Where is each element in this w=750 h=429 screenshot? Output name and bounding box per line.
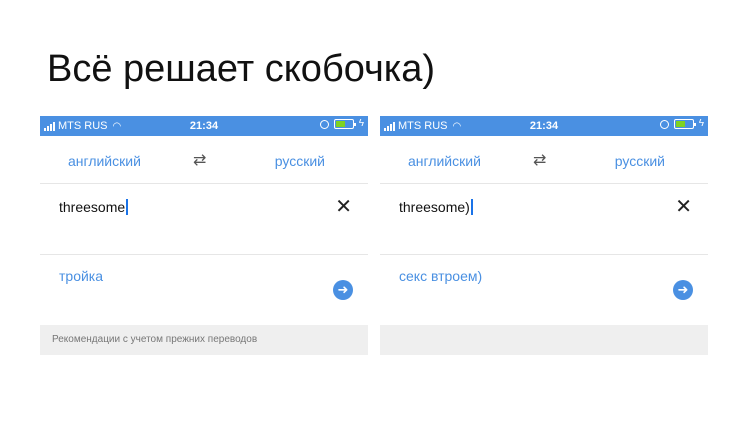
recommendations-text: Рекомендации с учетом прежних переводов <box>52 334 258 345</box>
translator-screen-right: MTS RUS ◠ 21:34 ϟ английский ⇄ русский t… <box>380 116 708 356</box>
charging-icon: ϟ <box>698 118 704 129</box>
text-caret <box>470 199 473 215</box>
translation-text[interactable]: тройка <box>59 268 103 284</box>
charging-icon: ϟ <box>358 118 364 129</box>
orientation-lock-icon <box>659 119 669 129</box>
status-right-icons: ϟ <box>319 118 364 129</box>
source-language-button[interactable]: английский <box>408 153 481 169</box>
translator-screen-left: MTS RUS ◠ 21:34 ϟ английский ⇄ русский t… <box>40 116 368 356</box>
language-selector: английский ⇄ русский <box>40 136 368 184</box>
meme-caption: Всё решает скобочка) <box>47 48 436 90</box>
translation-output: тройка ➜ <box>40 256 368 324</box>
clear-input-icon[interactable]: ✕ <box>675 194 692 219</box>
status-bar: MTS RUS ◠ 21:34 ϟ <box>40 116 368 136</box>
go-arrow-button[interactable]: ➜ <box>333 280 353 300</box>
source-text-input[interactable]: threesome) ✕ <box>380 185 708 255</box>
swap-languages-icon[interactable]: ⇄ <box>193 150 206 170</box>
status-bar: MTS RUS ◠ 21:34 ϟ <box>380 116 708 136</box>
battery-icon <box>673 119 696 129</box>
recommendations-bar: Рекомендации с учетом прежних переводов <box>40 325 368 355</box>
input-text[interactable]: threesome) <box>399 199 473 215</box>
text-caret <box>126 199 129 215</box>
language-selector: английский ⇄ русский <box>380 136 708 184</box>
orientation-lock-icon <box>319 119 329 129</box>
source-text-input[interactable]: threesome ✕ <box>40 185 368 255</box>
translation-output: секс втроем) ➜ <box>380 256 708 324</box>
target-language-button[interactable]: русский <box>275 153 325 169</box>
target-language-button[interactable]: русский <box>615 153 665 169</box>
recommendations-bar <box>380 325 708 355</box>
go-arrow-button[interactable]: ➜ <box>673 280 693 300</box>
battery-icon <box>333 119 356 129</box>
status-right-icons: ϟ <box>659 118 704 129</box>
translation-text[interactable]: секс втроем) <box>399 268 482 284</box>
input-text[interactable]: threesome <box>59 199 129 215</box>
clear-input-icon[interactable]: ✕ <box>335 194 352 219</box>
source-language-button[interactable]: английский <box>68 153 141 169</box>
swap-languages-icon[interactable]: ⇄ <box>533 150 546 170</box>
